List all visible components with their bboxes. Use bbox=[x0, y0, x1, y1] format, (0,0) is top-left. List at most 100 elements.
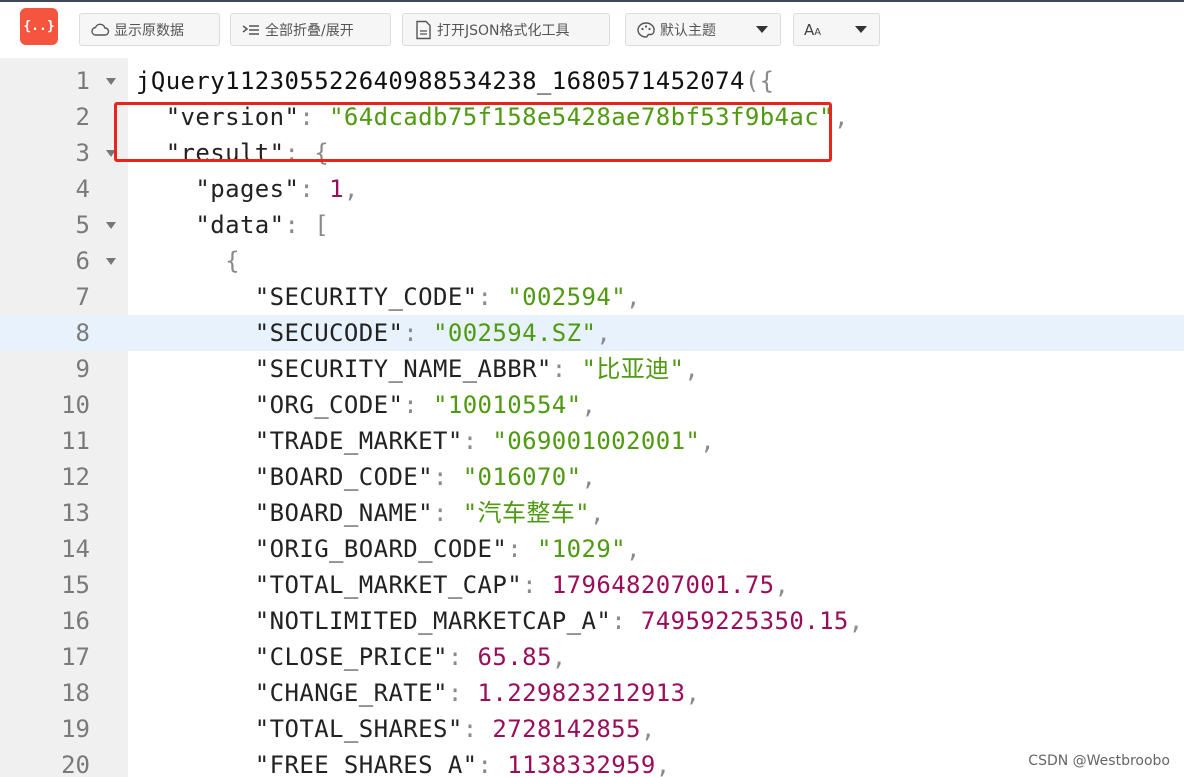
code-line[interactable]: 8 "SECUCODE": "002594.SZ", bbox=[0, 315, 1184, 351]
code-line[interactable]: 10 "ORG_CODE": "10010554", bbox=[0, 387, 1184, 423]
json-colon: : bbox=[507, 535, 537, 563]
code-text: "BOARD_CODE": "016070", bbox=[136, 462, 596, 492]
json-string-value: "016070" bbox=[462, 463, 582, 491]
code-line[interactable]: 16 "NOTLIMITED_MARKETCAP_A": 74959225350… bbox=[0, 603, 1184, 639]
json-punctuation: { bbox=[314, 139, 330, 167]
code-line[interactable]: 11 "TRADE_MARKET": "069001002001", bbox=[0, 423, 1184, 459]
json-colon: : bbox=[477, 751, 508, 777]
font-size-small-letter: A bbox=[814, 26, 822, 38]
line-number: 8 bbox=[75, 319, 90, 347]
json-number-value: 65.85 bbox=[477, 643, 552, 671]
line-number-cell: 6 bbox=[0, 243, 128, 279]
show-raw-data-label: 显示原数据 bbox=[114, 22, 184, 39]
json-colon: : bbox=[611, 607, 641, 635]
line-number: 19 bbox=[61, 715, 90, 743]
code-line[interactable]: 18 "CHANGE_RATE": 1.229823212913, bbox=[0, 675, 1184, 711]
line-number: 2 bbox=[75, 103, 90, 131]
line-number-cell: 3 bbox=[0, 135, 128, 171]
font-size-select[interactable]: AA bbox=[793, 13, 880, 46]
json-punctuation: , bbox=[700, 427, 716, 455]
json-string-value: "10010554" bbox=[433, 391, 582, 419]
line-number: 9 bbox=[75, 355, 90, 383]
line-number: 20 bbox=[61, 751, 90, 777]
json-punctuation: [ bbox=[314, 211, 330, 239]
line-number: 5 bbox=[75, 211, 90, 239]
code-line[interactable]: 2 "version": "64dcadb75f158e5428ae78bf53… bbox=[0, 99, 1184, 135]
watermark: CSDN @Westbroobo bbox=[1028, 753, 1170, 769]
json-key: "TRADE_MARKET" bbox=[254, 427, 463, 455]
open-json-tool-label: 打开JSON格式化工具 bbox=[437, 22, 570, 39]
line-number-cell: 12 bbox=[0, 459, 128, 495]
palette-icon bbox=[636, 20, 656, 40]
code-line[interactable]: 3 "result": { bbox=[0, 135, 1184, 171]
code-text: jQuery112305522640988534238_168057145207… bbox=[136, 66, 775, 96]
code-line[interactable]: 17 "CLOSE_PRICE": 65.85, bbox=[0, 639, 1184, 675]
code-line[interactable]: 12 "BOARD_CODE": "016070", bbox=[0, 459, 1184, 495]
fold-all-button[interactable]: 全部折叠/展开 bbox=[230, 13, 391, 46]
line-number: 18 bbox=[61, 679, 90, 707]
json-colon: : bbox=[447, 643, 478, 671]
line-number-cell: 18 bbox=[0, 675, 128, 711]
json-colon: : bbox=[284, 139, 315, 167]
code-text: "pages": 1, bbox=[136, 174, 359, 204]
fold-toggle-icon[interactable] bbox=[106, 78, 116, 85]
json-number-value: 179648207001.75 bbox=[551, 571, 775, 599]
json-colon: : bbox=[522, 571, 552, 599]
json-key: "SECURITY_NAME_ABBR" bbox=[254, 355, 552, 383]
line-number: 13 bbox=[61, 499, 90, 527]
json-key: "ORG_CODE" bbox=[254, 391, 404, 419]
json-punctuation: , bbox=[848, 607, 864, 635]
code-line[interactable]: 19 "TOTAL_SHARES": 2728142855, bbox=[0, 711, 1184, 747]
line-number: 10 bbox=[61, 391, 90, 419]
json-colon: : bbox=[284, 211, 315, 239]
json-punctuation: , bbox=[626, 283, 641, 311]
open-json-tool-button[interactable]: 打开JSON格式化工具 bbox=[402, 13, 610, 46]
json-punctuation: { bbox=[225, 247, 240, 275]
json-punctuation: , bbox=[596, 319, 612, 347]
json-file-icon bbox=[413, 20, 433, 40]
theme-select-value: 默认主题 bbox=[660, 22, 716, 39]
theme-select[interactable]: 默认主题 bbox=[625, 13, 781, 46]
fold-toggle-icon[interactable] bbox=[106, 150, 116, 157]
line-number-cell: 5 bbox=[0, 207, 128, 243]
json-string-value: "069001002001" bbox=[492, 427, 701, 455]
show-raw-data-button[interactable]: 显示原数据 bbox=[79, 13, 220, 46]
line-number: 3 bbox=[75, 139, 90, 167]
json-viewer-logo[interactable]: {..} bbox=[20, 8, 58, 45]
json-number-value: 2728142855 bbox=[492, 715, 641, 743]
code-line[interactable]: 14 "ORIG_BOARD_CODE": "1029", bbox=[0, 531, 1184, 567]
code-line[interactable]: 7 "SECURITY_CODE": "002594", bbox=[0, 279, 1184, 315]
code-line[interactable]: 1 jQuery112305522640988534238_16805714520… bbox=[0, 63, 1184, 99]
code-line[interactable]: 4 "pages": 1, bbox=[0, 171, 1184, 207]
line-number: 15 bbox=[61, 571, 90, 599]
line-number-cell: 10 bbox=[0, 387, 128, 423]
code-line[interactable]: 6 { bbox=[0, 243, 1184, 279]
line-number-cell: 20 bbox=[0, 747, 128, 777]
code-line[interactable]: 13 "BOARD_NAME": "汽车整车", bbox=[0, 495, 1184, 531]
code-text: "ORG_CODE": "10010554", bbox=[136, 390, 596, 420]
json-key: "CHANGE_RATE" bbox=[254, 679, 448, 707]
fold-list-icon bbox=[241, 20, 261, 40]
json-colon: : bbox=[447, 679, 478, 707]
json-colon: : bbox=[433, 499, 463, 527]
code-line[interactable]: 20 "FREE_SHARES_A": 1138332959, bbox=[0, 747, 1184, 777]
json-punctuation: , bbox=[655, 751, 671, 777]
code-text: "CLOSE_PRICE": 65.85, bbox=[136, 642, 567, 672]
json-colon: : bbox=[403, 319, 433, 347]
fold-toggle-icon[interactable] bbox=[106, 258, 116, 265]
cloud-icon bbox=[90, 20, 110, 40]
jsonp-callback-name: jQuery112305522640988534238_168057145207… bbox=[136, 67, 745, 95]
json-punctuation: , bbox=[774, 571, 790, 599]
code-text: "result": { bbox=[136, 138, 329, 168]
json-key: "CLOSE_PRICE" bbox=[254, 643, 448, 671]
code-line[interactable]: 5 "data": [ bbox=[0, 207, 1184, 243]
json-number-value: 1138332959 bbox=[507, 751, 656, 777]
fold-toggle-icon[interactable] bbox=[106, 222, 116, 229]
json-editor[interactable]: 1 jQuery112305522640988534238_16805714520… bbox=[0, 58, 1184, 777]
code-line[interactable]: 9 "SECURITY_NAME_ABBR": "比亚迪", bbox=[0, 351, 1184, 387]
code-line[interactable]: 15 "TOTAL_MARKET_CAP": 179648207001.75, bbox=[0, 567, 1184, 603]
line-number-cell: 15 bbox=[0, 567, 128, 603]
code-text: "SECURITY_CODE": "002594", bbox=[136, 282, 641, 312]
font-size-large-letter: A bbox=[804, 20, 815, 39]
code-text: "version": "64dcadb75f158e5428ae78bf53f9… bbox=[136, 102, 849, 132]
